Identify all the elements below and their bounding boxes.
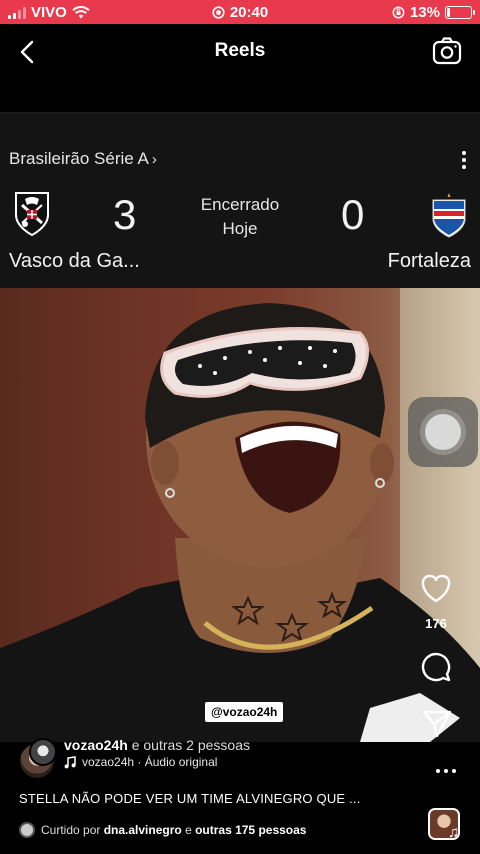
reel-info: vozao24h e outras 2 pessoas vozao24h · Á… (0, 737, 480, 854)
home-team-name: Vasco da Ga... (9, 250, 140, 272)
battery-icon (445, 6, 475, 19)
home-score: 3 (113, 191, 137, 238)
orientation-lock-icon (392, 6, 405, 19)
page-title: Reels (214, 40, 266, 61)
more-options-icon[interactable] (460, 151, 468, 169)
audio-separator: · (134, 755, 145, 769)
fortaleza-crest-icon (432, 193, 466, 238)
chevron-right-icon: › (151, 151, 157, 168)
liked-user[interactable]: dna.alvinegro (104, 823, 182, 837)
video-watermark: @vozao24h (205, 702, 284, 722)
league-link[interactable]: Brasileirão Série A › (9, 149, 157, 169)
author-name[interactable]: vozao24h (64, 737, 128, 753)
camera-icon[interactable] (432, 36, 462, 66)
screen-record-icon (212, 6, 225, 19)
liked-others[interactable]: outras 175 pessoas (195, 823, 306, 837)
liked-middle: e (181, 823, 196, 837)
coauthor-avatar[interactable] (29, 738, 57, 766)
liked-by-avatar (19, 822, 35, 838)
music-note-icon (64, 755, 76, 768)
reels-header: Reels (0, 24, 480, 112)
comment-icon[interactable] (410, 652, 462, 684)
status-bar: VIVO 20:40 13% (0, 0, 480, 24)
author-line[interactable]: vozao24h e outras 2 pessoas (64, 737, 250, 753)
assistive-touch-button[interactable] (408, 397, 478, 467)
league-name: Brasileirão Série A (9, 149, 149, 168)
audio-line[interactable]: vozao24h · Áudio original (64, 755, 217, 769)
liked-prefix: Curtido por (41, 823, 104, 837)
match-score-card[interactable]: Brasileirão Série A › 3 Encerrado Hoje 0 … (0, 112, 480, 288)
battery-percent: 13% (409, 4, 440, 21)
share-icon[interactable] (410, 707, 462, 739)
match-status-label: Encerrado (200, 195, 280, 214)
liked-by-line[interactable]: Curtido por dna.alvinegro e outras 175 p… (19, 822, 306, 838)
match-status: Encerrado Hoje (190, 193, 290, 241)
audio-label: Áudio original (144, 755, 218, 769)
clock: 20:40 (229, 4, 269, 21)
away-score: 0 (341, 191, 365, 238)
match-day-label: Hoje (222, 219, 258, 238)
like-count: 176 (425, 616, 447, 631)
audio-author: vozao24h (82, 755, 135, 769)
post-caption[interactable]: STELLA NÃO PODE VER UM TIME ALVINEGRO QU… (19, 791, 361, 806)
video-frame-person (0, 303, 480, 742)
heart-icon[interactable] (410, 572, 462, 604)
vasco-crest-icon (15, 192, 49, 237)
away-team-name: Fortaleza (387, 250, 471, 272)
music-note-icon: ♫ (448, 824, 460, 841)
more-options-icon[interactable] (436, 769, 456, 773)
author-suffix: e outras 2 pessoas (127, 737, 250, 753)
reel-video[interactable]: @vozao24h (0, 288, 480, 742)
